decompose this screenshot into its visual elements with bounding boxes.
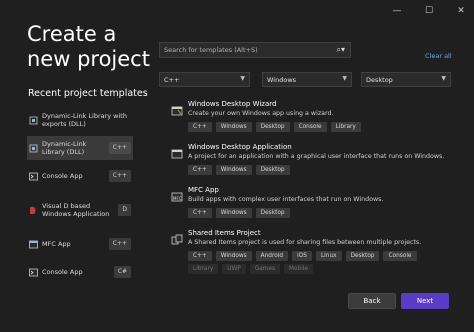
recent-item-console-app-cpp[interactable]: Console App C++ [27,164,133,188]
recent-item-dll[interactable]: Dynamic-Link Library (DLL) C++ [27,136,133,160]
recent-item-label: Dynamic-Link Library (DLL) [42,140,87,156]
project-type-filter-value: Desktop [366,75,393,84]
language-tag: D [118,204,131,216]
minimize-icon[interactable]: — [392,6,402,16]
mfc-icon [29,240,38,249]
language-filter-value: C++ [164,75,180,84]
tag: C++ [188,251,212,261]
window-app-icon [171,102,183,116]
template-mfc-app[interactable]: MFC MFC App Build apps with complex user… [168,186,458,218]
next-button[interactable]: Next [401,293,449,309]
template-tags: C++ Windows Desktop Console Library [188,122,458,132]
mfc-icon: MFC [171,188,183,202]
template-description: A project for an application with a grap… [188,153,445,160]
template-description: Build apps with complex user interfaces … [188,196,384,203]
template-description: Create your own Windows app using a wiza… [188,110,334,117]
tag: Desktop [255,165,290,175]
tag: Windows [215,251,252,261]
template-list: Windows Desktop Wizard Create your own W… [168,100,458,282]
recent-item-label: MFC App [42,240,71,248]
page-title: Create a new project [27,22,150,71]
close-icon[interactable]: ✕ [456,6,466,16]
chevron-down-icon: ▼ [240,75,245,82]
tag: Windows [215,165,252,175]
recent-templates-heading: Recent project templates [28,88,148,99]
template-name: Shared Items Project [188,229,261,237]
recent-item-label: Visual D based Windows Application [42,202,110,218]
language-tag: C++ [108,142,131,154]
platform-filter-value: Windows [267,75,297,84]
tag: Mobile [284,264,314,274]
window-controls: — ☐ ✕ [392,6,466,16]
language-tag: C++ [108,238,131,250]
tag: Desktop [255,208,290,218]
search-placeholder: Search for templates (Alt+S) [164,46,258,54]
dll-icon [29,144,38,153]
tag: UWP [222,264,246,274]
recent-item-label: Console App [42,268,83,276]
recent-item-console-app-cs[interactable]: Console App C# [27,260,133,284]
search-icon[interactable]: ⌕▾ [337,45,346,55]
svg-text:MFC: MFC [173,196,182,201]
recent-templates-list: Dynamic-Link Library with exports (DLL) … [27,108,133,288]
tag: C++ [188,165,212,175]
chevron-down-icon: ▼ [342,75,347,82]
window-app-icon [171,145,183,159]
template-name: Windows Desktop Application [188,143,292,151]
platform-filter[interactable]: Windows ▼ [262,72,352,87]
search-input[interactable]: Search for templates (Alt+S) ⌕▾ [159,42,351,58]
tag: C++ [188,208,212,218]
console-icon [29,172,38,181]
dll-icon [29,116,38,125]
visual-d-icon [29,206,38,215]
template-tags: C++ Windows Android iOS Linux Desktop Co… [188,251,458,261]
template-partial: Library UWP Games Mobile [168,264,458,274]
tag: Desktop [255,122,290,132]
shared-items-icon [171,231,183,245]
template-description: A Shared Items project is used for shari… [188,239,422,246]
tag: Library [188,264,219,274]
recent-item-dll-exports[interactable]: Dynamic-Link Library with exports (DLL) [27,108,133,132]
template-shared-items-project[interactable]: Shared Items Project A Shared Items proj… [168,229,458,261]
template-tags: C++ Windows Desktop [188,208,458,218]
language-tag: C++ [108,170,131,182]
recent-item-label: Dynamic-Link Library with exports (DLL) [42,112,127,128]
template-tags: Library UWP Games Mobile [188,264,458,274]
tag: Linux [315,251,342,261]
tag: Games [249,264,281,274]
recent-item-label: Console App [42,172,83,180]
template-name: Windows Desktop Wizard [188,100,277,108]
tag: Windows [215,122,252,132]
recent-item-visual-d[interactable]: Visual D based Windows Application D [27,192,133,228]
recent-item-mfc-app[interactable]: MFC App C++ [27,232,133,256]
tag: Console [293,122,327,132]
language-filter[interactable]: C++ ▼ [159,72,250,87]
console-icon [29,268,38,277]
tag: Console [383,251,417,261]
template-windows-desktop-application[interactable]: Windows Desktop Application A project fo… [168,143,458,175]
tag: iOS [292,251,312,261]
template-tags: C++ Windows Desktop [188,165,458,175]
project-type-filter[interactable]: Desktop ▼ [361,72,451,87]
language-tag: C# [113,266,131,278]
tag: Windows [215,208,252,218]
chevron-down-icon: ▼ [441,75,446,82]
tag: Library [330,122,361,132]
template-name: MFC App [188,186,219,194]
tag: Desktop [345,251,380,261]
template-windows-desktop-wizard[interactable]: Windows Desktop Wizard Create your own W… [168,100,458,132]
clear-all-link[interactable]: Clear all [425,52,452,60]
back-button[interactable]: Back [348,293,396,309]
tag: Android [255,251,289,261]
tag: C++ [188,122,212,132]
maximize-icon[interactable]: ☐ [424,6,434,16]
